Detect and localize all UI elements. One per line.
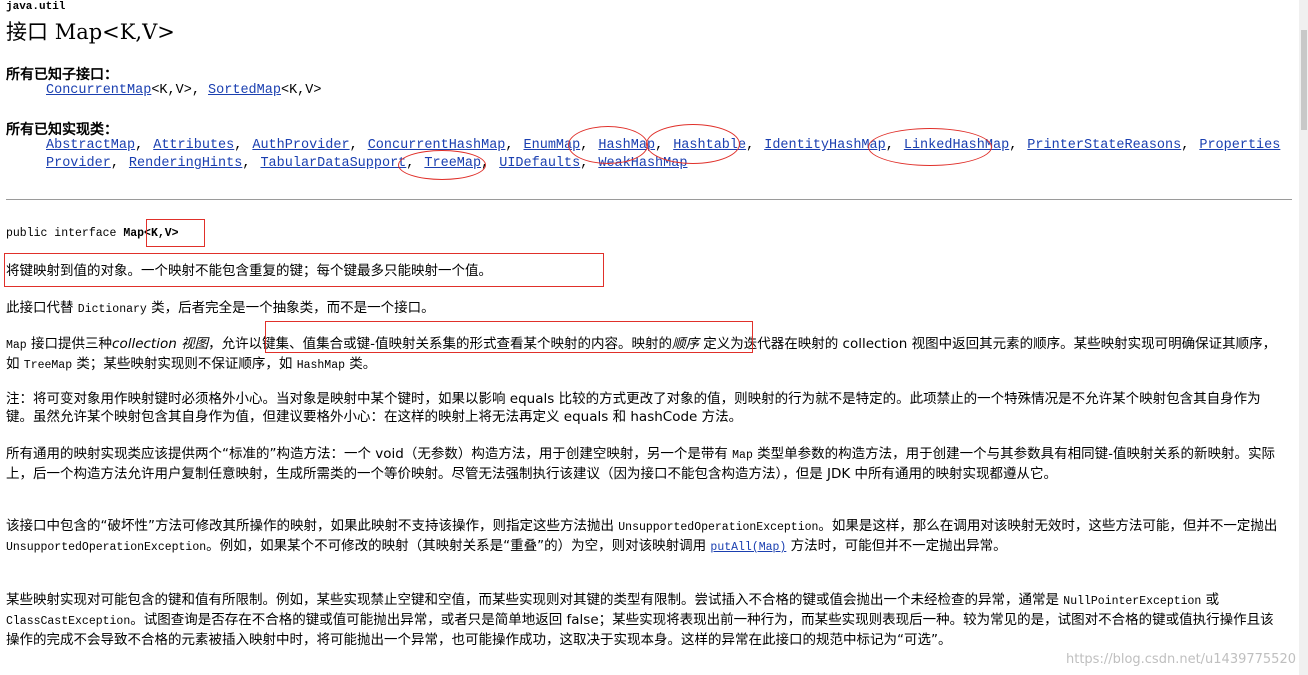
comma-separator: ,	[242, 156, 251, 171]
replace-paragraph: 此接口代替 Dictionary 类，后者完全是一个抽象类，而不是一个接口。	[6, 299, 1286, 319]
destructive-paragraph: 该接口中包含的“破坏性”方法可修改其所操作的映射，如果此映射不支持该操作，则指定…	[6, 517, 1286, 557]
implementing-heading: 所有已知实现类：	[6, 122, 118, 138]
code-exception: NullPointerException	[1063, 595, 1202, 608]
comma-separator: ,	[349, 138, 358, 153]
link-properties[interactable]: Properties	[1199, 138, 1280, 153]
note-paragraph: 注：将可变对象用作映射键时必须格外小心。当对象是映射中某个键时，如果以影响 eq…	[6, 391, 1261, 425]
code-dictionary: Dictionary	[77, 303, 147, 316]
italic-term: collection 视图	[112, 336, 209, 352]
type-params: <K,V>	[280, 83, 322, 98]
code-map: Map	[6, 339, 27, 352]
title-kind: 接口	[6, 20, 48, 44]
link-concurrentmap[interactable]: ConcurrentMap	[46, 83, 151, 98]
text: 此接口代替	[6, 300, 78, 316]
text: 接口提供三种	[26, 336, 113, 352]
text: 。如果是这样，那么在调用对该映射无效时，这些方法可能，但并不一定抛出	[818, 518, 1278, 534]
comma-separator: ,	[505, 138, 514, 153]
annotation-box-summary	[4, 253, 604, 287]
comma-separator: ,	[234, 138, 243, 153]
link-renderinghints[interactable]: RenderingHints	[129, 156, 242, 171]
link-uidefaults[interactable]: UIDefaults	[499, 156, 580, 171]
comma-separator: ,	[1181, 138, 1190, 153]
decl-name: Map	[123, 227, 145, 240]
comma-separator: ,	[135, 138, 144, 153]
annotation-oval-treemap	[398, 150, 486, 180]
scrollbar-thumb[interactable]	[1301, 30, 1307, 130]
constructor-paragraph: 所有通用的映射实现类应该提供两个“标准的”构造方法：一个 void（无参数）构造…	[6, 445, 1286, 483]
text: 该接口中包含的“破坏性”方法可修改其所操作的映射，如果此映射不支持该操作，则指定…	[6, 518, 619, 534]
watermark: https://blog.csdn.net/u1439775520	[1065, 652, 1296, 667]
link-putall[interactable]: putAll(Map)	[710, 541, 786, 554]
text: 类，后者完全是一个抽象类，而不是一个接口。	[146, 300, 435, 316]
text: 方法时，可能但并不一定抛出异常。	[786, 538, 1007, 554]
code-treemap: TreeMap	[23, 359, 73, 372]
text: 。例如，如果某个不可修改的映射（其映射关系是“重叠”的）为空，则对该映射调用	[206, 538, 711, 554]
link-provider[interactable]: Provider	[46, 156, 111, 171]
link-abstractmap[interactable]: AbstractMap	[46, 138, 135, 153]
code-exception: UnsupportedOperationException	[6, 541, 207, 554]
decl-prefix: public interface	[6, 227, 124, 240]
text: 类；某些映射实现则不保证顺序，如	[72, 356, 297, 372]
text: 某些映射实现对可能包含的键和值有所限制。例如，某些实现禁止空键和空值，而某些实现…	[6, 592, 1064, 608]
code-map: Map	[732, 449, 753, 462]
code-exception: ClassCastException	[6, 615, 131, 628]
page-title: 接口 Map<K,V>	[6, 18, 175, 46]
comma-separator: ,	[1009, 138, 1018, 153]
annotation-box-views	[265, 321, 753, 353]
annotation-oval-linkedhashmap	[868, 128, 992, 166]
text: 。试图查询是否存在不合格的键或值可能抛出异常，或者只是简单地返回 false；某…	[6, 612, 1274, 648]
divider	[6, 199, 1292, 200]
link-tabulardatasupport[interactable]: TabularDataSupport	[260, 156, 406, 171]
annotation-oval-hashtable	[646, 124, 740, 164]
link-authprovider[interactable]: AuthProvider	[252, 138, 349, 153]
annotation-oval-hashmap	[568, 126, 648, 164]
title-name: Map<K,V>	[54, 20, 175, 44]
text: ，	[208, 336, 222, 352]
annotation-box-type-params	[146, 219, 205, 247]
text: 或	[1201, 592, 1220, 608]
restrictions-paragraph: 某些映射实现对可能包含的键和值有所限制。例如，某些实现禁止空键和空值，而某些实现…	[6, 591, 1286, 649]
comma-separator: ,	[110, 156, 119, 171]
subinterfaces-list: ConcurrentMap<K,V>, SortedMap<K,V>	[46, 83, 321, 98]
text: 所有通用的映射实现类应该提供两个“标准的”构造方法：一个 void（无参数）构造…	[6, 446, 733, 462]
code-hashmap: HashMap	[296, 359, 346, 372]
type-params: <K,V>,	[151, 83, 209, 98]
package-name: java.util	[6, 1, 66, 13]
link-sortedmap[interactable]: SortedMap	[208, 83, 281, 98]
code-exception: UnsupportedOperationException	[618, 521, 819, 534]
link-printerstatereasons[interactable]: PrinterStateReasons	[1027, 138, 1181, 153]
link-attributes[interactable]: Attributes	[153, 138, 234, 153]
subinterfaces-heading: 所有已知子接口：	[6, 67, 118, 83]
text: 类。	[345, 356, 377, 372]
comma-separator: ,	[746, 138, 755, 153]
